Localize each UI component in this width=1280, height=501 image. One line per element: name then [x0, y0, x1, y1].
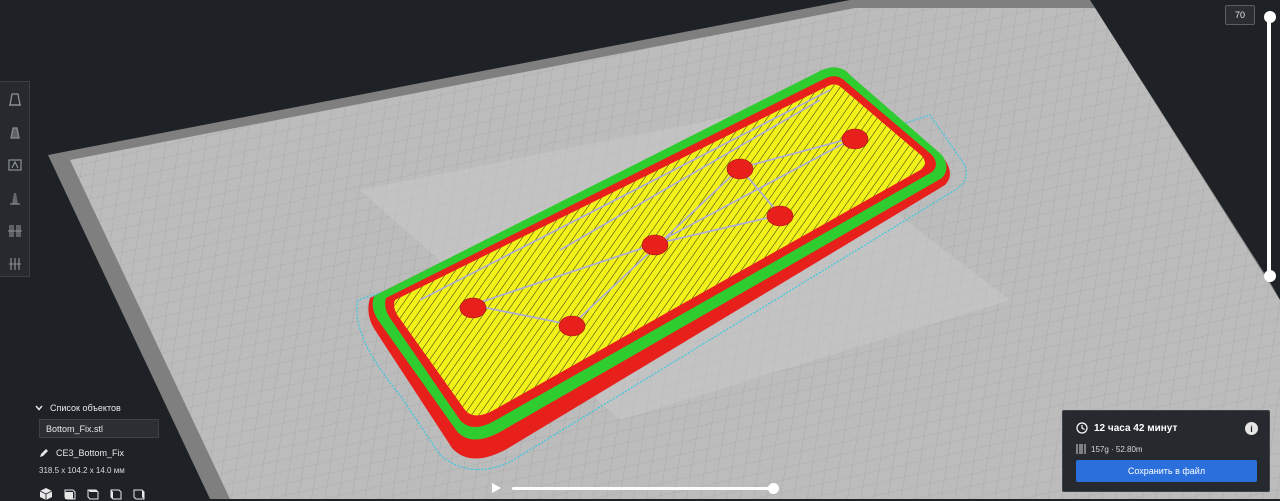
- object-list-toggle[interactable]: Список объектов: [35, 400, 175, 416]
- clock-icon: [1076, 422, 1088, 434]
- layer-slider-bottom-handle[interactable]: [1264, 270, 1276, 282]
- layer-view-icon[interactable]: [0, 247, 30, 280]
- object-file-item[interactable]: Bottom_Fix.stl: [39, 419, 159, 438]
- pencil-icon: [40, 449, 48, 457]
- object-name-row[interactable]: CE3_Bottom_Fix: [39, 446, 175, 460]
- per-model-settings-icon[interactable]: [0, 148, 30, 181]
- play-button[interactable]: [488, 480, 504, 496]
- print-time: 12 часа 42 минут: [1094, 422, 1178, 434]
- path-slider-handle[interactable]: [768, 483, 779, 494]
- save-to-file-button[interactable]: Сохранить в файл: [1076, 460, 1257, 482]
- material-usage: 157g · 52.80m: [1091, 444, 1143, 454]
- path-slider-track[interactable]: [512, 487, 774, 490]
- print-setup-icon[interactable]: [0, 82, 30, 115]
- print-time-row: 12 часа 42 минут: [1076, 422, 1177, 434]
- print-info-panel: 12 часа 42 минут i 157g · 52.80m Сохрани…: [1062, 410, 1270, 492]
- object-list-panel: Список объектов Bottom_Fix.stl CE3_Botto…: [35, 400, 175, 501]
- mirror-icon[interactable]: [0, 181, 30, 214]
- layer-slider-track[interactable]: [1267, 12, 1271, 278]
- support-blocker-icon[interactable]: [0, 214, 30, 247]
- simulation-player: [488, 480, 779, 496]
- play-icon: [492, 483, 501, 493]
- layer-number-box[interactable]: 70: [1225, 5, 1255, 25]
- supports-icon[interactable]: [0, 115, 30, 148]
- filament-spool-icon: [1076, 444, 1086, 454]
- material-row: 157g · 52.80m: [1076, 443, 1143, 455]
- layer-slider-top-handle[interactable]: [1264, 11, 1276, 23]
- object-file-name: Bottom_Fix.stl: [46, 423, 104, 434]
- save-to-file-label: Сохранить в файл: [1127, 466, 1206, 476]
- layer-number: 70: [1234, 10, 1245, 20]
- chevron-down-icon: [35, 405, 43, 411]
- left-toolbar: [0, 81, 30, 277]
- object-name: CE3_Bottom_Fix: [56, 448, 125, 458]
- object-list-header: Список объектов: [50, 403, 121, 413]
- object-dimensions: 318.5 x 104.2 x 14.0 мм: [39, 466, 125, 475]
- info-icon[interactable]: i: [1245, 422, 1258, 435]
